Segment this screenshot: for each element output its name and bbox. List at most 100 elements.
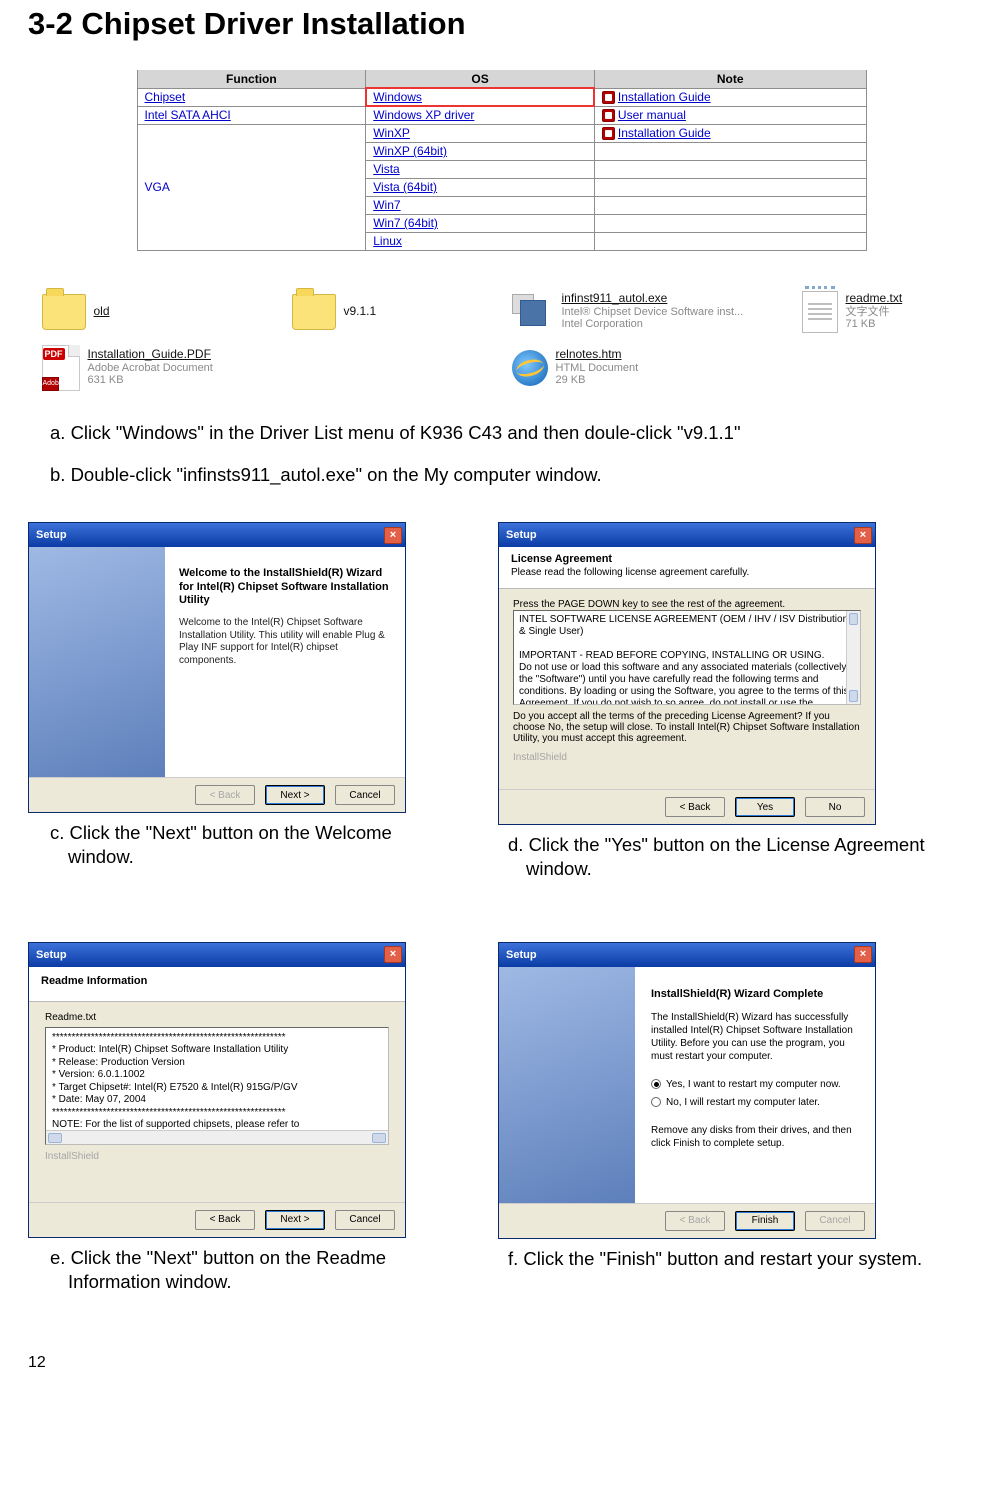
page-number: 12 xyxy=(28,1354,975,1372)
caption-c: c. Click the "Next" button on the Welcom… xyxy=(50,821,458,869)
caption-f: f. Click the "Finish" button and restart… xyxy=(508,1247,928,1271)
link-winxp-driver[interactable]: Windows XP driver xyxy=(373,108,474,122)
dialog-readme: Setup × Readme Information Readme.txt **… xyxy=(28,942,406,1238)
readme-line: * Release: Production Version xyxy=(52,1057,382,1070)
caption-e: e. Click the "Next" button on the Readme… xyxy=(50,1246,458,1294)
link-winxp[interactable]: WinXP xyxy=(373,126,410,140)
step-b: b. Double-click "infinsts911_autol.exe" … xyxy=(50,463,975,488)
file-company: Intel Corporation xyxy=(562,318,744,331)
table-row: VGA WinXP Installation Guide xyxy=(137,124,866,142)
close-icon[interactable]: × xyxy=(384,527,402,544)
license-textbox[interactable]: INTEL SOFTWARE LICENSE AGREEMENT (OEM / … xyxy=(513,610,861,705)
file-type: 文字文件 xyxy=(846,306,903,319)
readme-line: ****************************************… xyxy=(52,1107,382,1120)
driver-table: Function OS Note Chipset Windows Install… xyxy=(137,70,867,251)
no-button[interactable]: No xyxy=(805,797,865,817)
readme-line: * Version: 6.0.1.1002 xyxy=(52,1069,382,1082)
ie-icon xyxy=(512,350,548,386)
finish-button[interactable]: Finish xyxy=(735,1211,795,1231)
close-icon[interactable]: × xyxy=(384,946,402,963)
file-name: infinst911_autol.exe xyxy=(562,292,744,306)
radio-restart-later[interactable]: No, I will restart my computer later. xyxy=(651,1096,859,1109)
back-button[interactable]: < Back xyxy=(665,797,725,817)
readme-label: Readme.txt xyxy=(45,1012,389,1023)
text-file-icon xyxy=(802,291,838,333)
yes-button[interactable]: Yes xyxy=(735,797,795,817)
link-chipset[interactable]: Chipset xyxy=(145,90,186,104)
license-line: IMPORTANT - READ BEFORE COPYING, INSTALL… xyxy=(519,650,851,662)
installshield-label: InstallShield xyxy=(45,1151,389,1162)
dialog-license: Setup × License Agreement Please read th… xyxy=(498,522,876,825)
radio-label: No, I will restart my computer later. xyxy=(666,1096,820,1109)
col-function: Function xyxy=(137,70,366,88)
license-heading: License Agreement xyxy=(511,553,612,565)
dialog-finish: Setup × InstallShield(R) Wizard Complete… xyxy=(498,942,876,1239)
titlebar[interactable]: Setup × xyxy=(29,523,405,547)
license-subheading: Please read the following license agreem… xyxy=(511,567,863,578)
radio-restart-now[interactable]: Yes, I want to restart my computer now. xyxy=(651,1078,859,1091)
installer-icon xyxy=(512,294,554,330)
close-icon[interactable]: × xyxy=(854,946,872,963)
link-windows[interactable]: Windows xyxy=(373,90,422,104)
license-question: Do you accept all the terms of the prece… xyxy=(513,711,861,744)
link-install-guide[interactable]: Installation Guide xyxy=(618,90,711,104)
finish-note: Remove any disks from their drives, and … xyxy=(651,1124,859,1150)
back-button[interactable]: < Back xyxy=(195,1210,255,1230)
link-win7-64[interactable]: Win7 (64bit) xyxy=(373,216,438,230)
readme-line: * Date: May 07, 2004 xyxy=(52,1094,382,1107)
col-os: OS xyxy=(366,70,595,88)
window-title: Setup xyxy=(36,949,67,961)
radio-icon xyxy=(651,1079,661,1089)
next-button[interactable]: Next > xyxy=(265,785,325,805)
cancel-button[interactable]: Cancel xyxy=(335,785,395,805)
next-button[interactable]: Next > xyxy=(265,1210,325,1230)
link-vista64[interactable]: Vista (64bit) xyxy=(373,180,437,194)
table-row: Chipset Windows Installation Guide xyxy=(137,88,866,106)
folder-old[interactable]: old xyxy=(42,291,292,333)
caption-d: d. Click the "Yes" button on the License… xyxy=(508,833,928,881)
welcome-text: Welcome to the Intel(R) Chipset Software… xyxy=(179,617,391,667)
link-vista[interactable]: Vista xyxy=(373,162,399,176)
file-installation-guide-pdf[interactable]: PDFAdobe Installation_Guide.PDF Adobe Ac… xyxy=(42,345,292,391)
file-size: 71 KB xyxy=(846,318,903,331)
readme-line: * Target Chipset#: Intel(R) E7520 & Inte… xyxy=(52,1082,382,1095)
link-user-manual[interactable]: User manual xyxy=(618,108,686,122)
scrollbar[interactable] xyxy=(846,611,860,704)
titlebar[interactable]: Setup × xyxy=(499,523,875,547)
folder-v911[interactable]: v9.1.1 xyxy=(292,291,512,333)
back-button: < Back xyxy=(665,1211,725,1231)
link-winxp64[interactable]: WinXP (64bit) xyxy=(373,144,447,158)
file-name: Installation_Guide.PDF xyxy=(88,348,213,362)
horizontal-scrollbar[interactable] xyxy=(46,1130,388,1144)
titlebar[interactable]: Setup × xyxy=(499,943,875,967)
titlebar[interactable]: Setup × xyxy=(29,943,405,967)
link-linux[interactable]: Linux xyxy=(373,234,402,248)
link-sata-ahci[interactable]: Intel SATA AHCI xyxy=(145,108,231,122)
pdf-icon xyxy=(602,109,615,122)
readme-heading: Readme Information xyxy=(41,975,147,987)
finish-text: The InstallShield(R) Wizard has successf… xyxy=(651,1011,859,1063)
wizard-side-graphic xyxy=(499,967,635,1203)
pdf-file-icon: PDFAdobe xyxy=(42,345,80,391)
radio-label: Yes, I want to restart my computer now. xyxy=(666,1078,841,1091)
cancel-button[interactable]: Cancel xyxy=(335,1210,395,1230)
welcome-heading: Welcome to the InstallShield(R) Wizard f… xyxy=(179,567,391,607)
link-install-guide-2[interactable]: Installation Guide xyxy=(618,126,711,140)
readme-line: ****************************************… xyxy=(52,1144,382,1145)
close-icon[interactable]: × xyxy=(854,527,872,544)
cancel-button: Cancel xyxy=(805,1211,865,1231)
file-readme-txt[interactable]: readme.txt 文字文件 71 KB xyxy=(802,291,982,333)
license-instruction: Press the PAGE DOWN key to see the rest … xyxy=(513,599,861,610)
installshield-label: InstallShield xyxy=(513,752,861,763)
link-win7[interactable]: Win7 xyxy=(373,198,400,212)
wizard-side-graphic xyxy=(29,547,165,777)
back-button: < Back xyxy=(195,785,255,805)
file-exe[interactable]: infinst911_autol.exe Intel® Chipset Devi… xyxy=(512,291,802,333)
file-type: Adobe Acrobat Document xyxy=(88,362,213,375)
readme-textbox[interactable]: ****************************************… xyxy=(45,1027,389,1145)
radio-icon xyxy=(651,1097,661,1107)
file-relnotes-htm[interactable]: relnotes.htm HTML Document 29 KB xyxy=(512,345,802,391)
file-size: 631 KB xyxy=(88,374,213,387)
readme-line: ****************************************… xyxy=(52,1032,382,1045)
file-name: relnotes.htm xyxy=(556,348,639,362)
